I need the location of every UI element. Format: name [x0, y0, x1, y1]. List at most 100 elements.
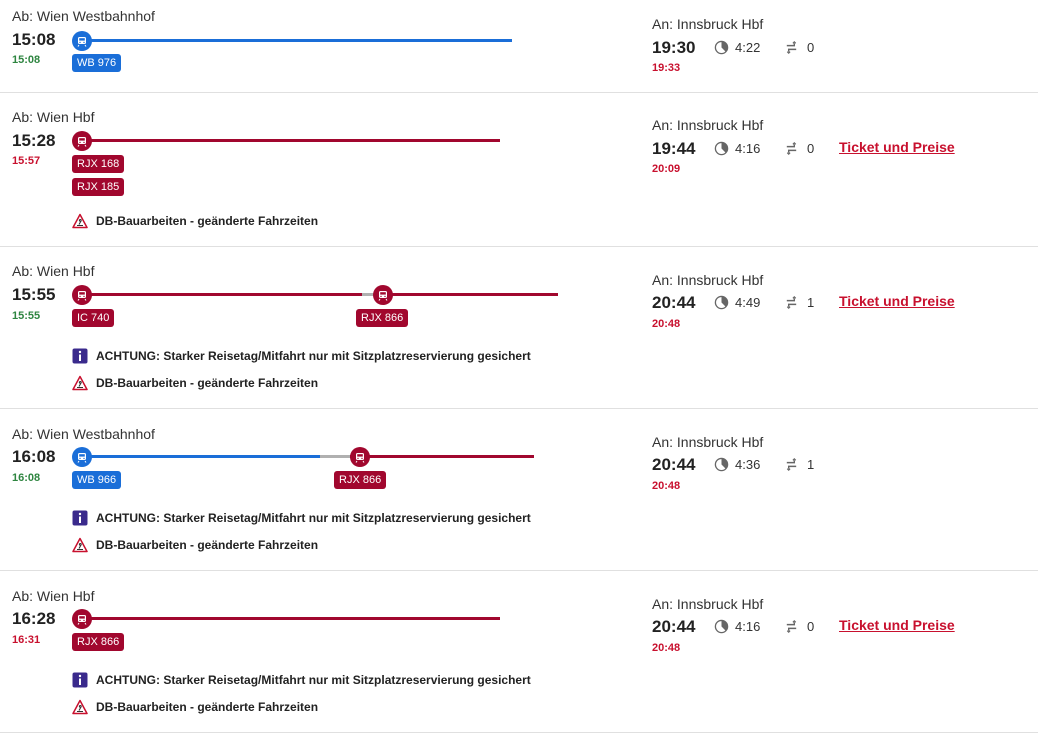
departure-realtime: 15:55 [12, 310, 41, 322]
duration: 4:16 [714, 138, 760, 158]
arrival-time: 20:44 [652, 293, 696, 312]
departure-time: 15:08 [12, 30, 56, 49]
arrival-station: An: Innsbruck Hbf [652, 272, 764, 288]
route-timeline [72, 447, 534, 467]
transfer-icon [786, 295, 797, 309]
train-badge[interactable]: WB 976 [72, 54, 122, 72]
arrival-time: 20:44 [652, 617, 696, 636]
construction-warning-icon [72, 699, 88, 715]
train-badge[interactable]: RJX 866 [356, 309, 409, 327]
connection-4[interactable]: Ab: Wien Westbahnhof 16:08 16:08 WB 966 … [0, 409, 1038, 571]
train-badge[interactable]: RJX 866 [334, 471, 387, 489]
duration-value: 4:16 [735, 618, 761, 634]
info-icon [72, 672, 88, 688]
departure-time: 15:55 [12, 285, 56, 304]
info-icon [72, 510, 88, 526]
train-icon [72, 447, 92, 467]
construction-notice[interactable]: DB-Bauarbeiten - geänderte Fahrzeiten [72, 699, 318, 715]
departure-realtime: 15:08 [12, 54, 41, 66]
route-timeline [72, 285, 558, 305]
train-icon [350, 447, 370, 467]
construction-warning-icon [72, 213, 88, 229]
info-notice[interactable]: ACHTUNG: Starker Reisetag/Mitfahrt nur m… [72, 348, 531, 364]
connection-5[interactable]: Ab: Wien Hbf 16:28 16:31 RJX 866 ACHTUNG… [0, 571, 1038, 733]
train-badge[interactable]: IC 740 [72, 309, 115, 327]
departure-station: Ab: Wien Hbf [12, 109, 95, 125]
arrival-realtime: 20:09 [652, 163, 681, 175]
departure-time: 15:28 [12, 131, 56, 150]
info-icon [72, 348, 88, 364]
construction-warning-icon [72, 375, 88, 391]
train-badge[interactable]: RJX 866 [72, 633, 125, 651]
departure-time: 16:28 [12, 609, 56, 628]
arrival-station: An: Innsbruck Hbf [652, 596, 764, 612]
notice-text: ACHTUNG: Starker Reisetag/Mitfahrt nur m… [96, 349, 531, 363]
arrival-station: An: Innsbruck Hbf [652, 16, 764, 32]
clock-icon [714, 141, 729, 155]
transfer-icon [786, 457, 797, 471]
changes: 1 [784, 292, 814, 312]
changes-value: 0 [807, 140, 815, 156]
connection-1[interactable]: Ab: Wien Westbahnhof 15:08 15:08 WB 976 … [0, 0, 1038, 93]
duration-value: 4:36 [735, 456, 761, 472]
duration: 4:22 [714, 37, 760, 57]
route-timeline [72, 31, 512, 51]
changes: 1 [784, 454, 814, 474]
departure-station: Ab: Wien Westbahnhof [12, 8, 155, 24]
ticket-link[interactable]: Ticket und Preise [839, 617, 955, 633]
departure-realtime: 16:31 [12, 634, 41, 646]
changes: 0 [784, 138, 814, 158]
train-icon [72, 609, 92, 629]
changes-value: 1 [807, 294, 815, 310]
transfer-icon [786, 619, 797, 633]
clock-icon [714, 457, 729, 471]
transfer-icon [786, 141, 797, 155]
construction-notice[interactable]: DB-Bauarbeiten - geänderte Fahrzeiten [72, 213, 318, 229]
train-badge[interactable]: RJX 168 [72, 155, 125, 173]
construction-notice[interactable]: DB-Bauarbeiten - geänderte Fahrzeiten [72, 375, 318, 391]
train-icon [72, 31, 92, 51]
notice-text: ACHTUNG: Starker Reisetag/Mitfahrt nur m… [96, 511, 531, 525]
notice-text: DB-Bauarbeiten - geänderte Fahrzeiten [96, 700, 319, 714]
notice-text: ACHTUNG: Starker Reisetag/Mitfahrt nur m… [96, 673, 531, 687]
duration-value: 4:16 [735, 140, 761, 156]
ticket-link[interactable]: Ticket und Preise [839, 293, 955, 309]
duration-value: 4:22 [735, 39, 761, 55]
duration-value: 4:49 [735, 294, 761, 310]
changes-value: 0 [807, 618, 815, 634]
duration: 4:36 [714, 454, 760, 474]
construction-notice[interactable]: DB-Bauarbeiten - geänderte Fahrzeiten [72, 537, 318, 553]
construction-warning-icon [72, 537, 88, 553]
clock-icon [714, 619, 729, 633]
changes-value: 0 [807, 39, 815, 55]
notice-text: DB-Bauarbeiten - geänderte Fahrzeiten [96, 214, 319, 228]
train-badge[interactable]: RJX 185 [72, 178, 125, 196]
connection-2[interactable]: Ab: Wien Hbf 15:28 15:57 RJX 168 RJX 185… [0, 93, 1038, 247]
train-icon [72, 131, 92, 151]
departure-realtime: 16:08 [12, 472, 41, 484]
changes-value: 1 [807, 456, 815, 472]
route-timeline [72, 131, 500, 151]
train-badge[interactable]: WB 966 [72, 471, 122, 489]
clock-icon [714, 40, 729, 54]
departure-station: Ab: Wien Westbahnhof [12, 426, 155, 442]
train-icon [373, 285, 393, 305]
arrival-time: 19:30 [652, 38, 696, 57]
duration: 4:16 [714, 616, 760, 636]
info-notice[interactable]: ACHTUNG: Starker Reisetag/Mitfahrt nur m… [72, 510, 531, 526]
departure-time: 16:08 [12, 447, 56, 466]
train-icon [72, 285, 92, 305]
changes: 0 [784, 37, 814, 57]
info-notice[interactable]: ACHTUNG: Starker Reisetag/Mitfahrt nur m… [72, 672, 531, 688]
arrival-realtime: 20:48 [652, 642, 681, 654]
arrival-realtime: 20:48 [652, 318, 681, 330]
arrival-realtime: 20:48 [652, 480, 681, 492]
notice-text: DB-Bauarbeiten - geänderte Fahrzeiten [96, 376, 319, 390]
connection-3[interactable]: Ab: Wien Hbf 15:55 15:55 IC 740 RJX 866 … [0, 247, 1038, 409]
ticket-link[interactable]: Ticket und Preise [839, 139, 955, 155]
arrival-station: An: Innsbruck Hbf [652, 434, 764, 450]
departure-station: Ab: Wien Hbf [12, 263, 95, 279]
departure-realtime: 15:57 [12, 155, 41, 167]
arrival-station: An: Innsbruck Hbf [652, 117, 764, 133]
arrival-realtime: 19:33 [652, 62, 681, 74]
